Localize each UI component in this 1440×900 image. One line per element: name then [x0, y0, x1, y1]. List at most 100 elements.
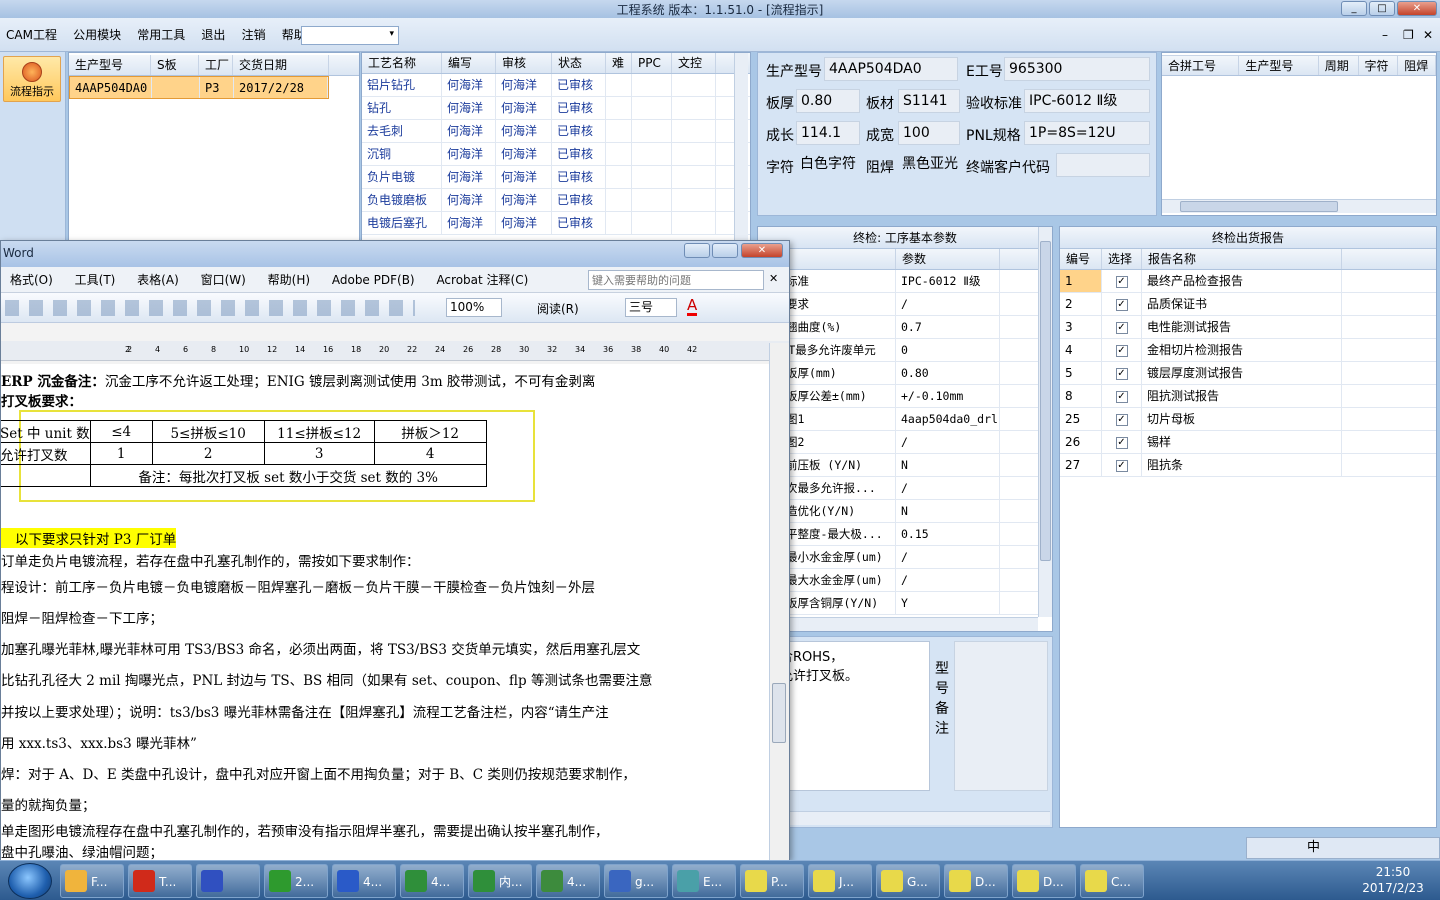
col-merge-model[interactable]: 生产型号	[1239, 56, 1319, 75]
field-width[interactable]: 100	[898, 121, 960, 145]
word-doc-close-icon[interactable]: ✕	[769, 272, 778, 285]
field-pnl[interactable]: 1P=8S=12U	[1024, 121, 1150, 145]
word-vscroll[interactable]	[769, 343, 789, 861]
word-menu-format[interactable]: 格式(O)	[1, 267, 62, 293]
col-merge-cycle[interactable]: 周期	[1319, 56, 1359, 75]
col-merge-eno[interactable]: 合拼工号	[1162, 56, 1240, 75]
select-checkbox[interactable]: ✓	[1115, 413, 1128, 426]
remark-hscroll[interactable]	[788, 811, 1050, 825]
word-menu-help[interactable]: 帮助(H)	[259, 267, 319, 293]
select-checkbox[interactable]: ✓	[1115, 298, 1128, 311]
zoom-select[interactable]: 100%	[446, 298, 502, 317]
taskbar-app-button[interactable]: J...	[808, 864, 872, 898]
menu-cam[interactable]: CAM工程	[0, 18, 63, 52]
table-row[interactable]: 出货最大水金金厚(um) /	[758, 569, 1052, 592]
flow-instruction-button[interactable]: 流程指示	[3, 56, 61, 102]
col-s-board[interactable]: S板	[151, 55, 199, 75]
table-row[interactable]: 成品板厚含铜厚(Y/N) Y	[758, 592, 1052, 615]
field-model[interactable]: 4AAP504DA0	[824, 57, 958, 81]
remark-side-box[interactable]	[954, 641, 1048, 791]
menu-common-module[interactable]: 公用模块	[67, 18, 127, 52]
word-close-button[interactable]: ✕	[741, 243, 783, 258]
col-merge-mask[interactable]: 阻焊	[1398, 56, 1436, 75]
mdi-minimize[interactable]: –	[1382, 28, 1388, 42]
start-button[interactable]	[8, 863, 52, 899]
field-char[interactable]: 白色字符	[796, 153, 860, 177]
table-row[interactable]: 4AAP504DA0 P3 2017/2/28	[69, 76, 329, 99]
table-row[interactable]: 负电镀磨板 何海洋 何海洋 已审核	[362, 189, 750, 212]
taskbar-app-button[interactable]: T...	[128, 864, 192, 898]
col-difficulty[interactable]: 难	[606, 53, 632, 73]
table-row[interactable]: 最大翘曲度(%) 0.7	[758, 316, 1052, 339]
col-author[interactable]: 编写	[442, 53, 496, 73]
table-row[interactable]: 26 ✓ 锡样	[1060, 431, 1436, 454]
taskbar-app-button[interactable]: C...	[1080, 864, 1144, 898]
word-menu-table[interactable]: 表格(A)	[128, 267, 188, 293]
taskbar-app-button[interactable]: g...	[604, 864, 668, 898]
word-minimize-button[interactable]	[684, 243, 710, 258]
merge-hscroll[interactable]	[1162, 199, 1436, 213]
ime-bar[interactable]: 中	[1246, 837, 1440, 859]
col-factory[interactable]: 工厂	[199, 55, 233, 75]
col-select[interactable]: 选择	[1102, 249, 1142, 269]
word-document[interactable]: ERP 沉金备注：沉金工序不允许返工处理；ENIG 镀层剥离测试使用 3m 胶带…	[1, 364, 769, 861]
table-row[interactable]: 1 ✓ 最终产品检查报告	[1060, 270, 1436, 293]
col-merge-char[interactable]: 字符	[1359, 56, 1399, 75]
col-report-name[interactable]: 报告名称	[1142, 249, 1342, 269]
field-mask[interactable]: 黑色亚光	[898, 153, 960, 177]
taskbar-app-button[interactable]: 内...	[468, 864, 532, 898]
font-size-select[interactable]: 三号	[625, 298, 677, 317]
col-model[interactable]: 生产型号	[69, 55, 151, 75]
field-eno[interactable]: 965300	[1004, 57, 1150, 81]
word-menu-acrobat[interactable]: Acrobat 注释(C)	[427, 267, 537, 293]
select-checkbox[interactable]: ✓	[1115, 436, 1128, 449]
col-param[interactable]: 参数	[896, 249, 1000, 269]
table-row[interactable]: 2 ✓ 品质保证书	[1060, 293, 1436, 316]
font-color-icon[interactable]: A	[687, 297, 698, 316]
table-row[interactable]: 成品板厚(mm) 0.80	[758, 362, 1052, 385]
table-row[interactable]: 孔符图2/	[758, 431, 1052, 454]
col-no[interactable]: 编号	[1060, 249, 1102, 269]
col-doc-control[interactable]: 文控	[672, 53, 716, 73]
field-standard[interactable]: IPC-6012 Ⅱ级	[1024, 89, 1150, 113]
table-row[interactable]: 特殊要求/	[758, 293, 1052, 316]
word-menu-window[interactable]: 窗口(W)	[192, 267, 255, 293]
field-length[interactable]: 114.1	[796, 121, 860, 145]
read-mode-button[interactable]: 阅读(R)	[537, 300, 579, 317]
table-row[interactable]: 钻孔 何海洋 何海洋 已审核	[362, 97, 750, 120]
field-thickness[interactable]: 0.80	[796, 89, 860, 113]
taskbar-app-button[interactable]: 2...	[264, 864, 328, 898]
table-row[interactable]: 8 ✓ 阻抗测试报告	[1060, 385, 1436, 408]
menu-tools[interactable]: 常用工具	[131, 18, 191, 52]
table-row[interactable]: 沉铜 何海洋 何海洋 已审核	[362, 143, 750, 166]
table-row[interactable]: 入库前压板 (Y/N) N	[758, 454, 1052, 477]
word-maximize-button[interactable]	[712, 243, 738, 258]
select-checkbox[interactable]: ✓	[1115, 344, 1128, 357]
table-row[interactable]: 25 ✓ 切片母板	[1060, 408, 1436, 431]
taskbar-app-button[interactable]: F...	[60, 864, 124, 898]
toolbar-icons[interactable]	[5, 300, 415, 316]
menu-logout[interactable]: 注销	[236, 18, 272, 52]
col-status[interactable]: 状态	[552, 53, 606, 73]
mdi-restore[interactable]: ❐	[1403, 28, 1414, 42]
taskbar-app-button[interactable]: D...	[944, 864, 1008, 898]
menu-exit[interactable]: 退出	[195, 18, 231, 52]
word-menu-tools[interactable]: 工具(T)	[66, 267, 125, 293]
taskbar-app-button[interactable]: 4...	[536, 864, 600, 898]
table-row[interactable]: 负片电镀 何海洋 何海洋 已审核	[362, 166, 750, 189]
col-review[interactable]: 审核	[496, 53, 552, 73]
table-row[interactable]: 4 ✓ 金相切片检测报告	[1060, 339, 1436, 362]
col-delivery-date[interactable]: 交货日期	[233, 55, 329, 75]
mdi-close[interactable]: ✕	[1423, 28, 1433, 42]
select-checkbox[interactable]: ✓	[1115, 321, 1128, 334]
table-row[interactable]: 铝片钻孔 何海洋 何海洋 已审核	[362, 74, 750, 97]
taskbar-app-button[interactable]: P...	[740, 864, 804, 898]
taskbar-app-button[interactable]: 4...	[400, 864, 464, 898]
table-row[interactable]: 电镀后塞孔 何海洋 何海洋 已审核	[362, 212, 750, 235]
taskbar-app-button[interactable]: G...	[876, 864, 940, 898]
taskbar-app-button[interactable]: 4...	[332, 864, 396, 898]
taskbar-app-button[interactable]	[196, 864, 260, 898]
taskbar-app-button[interactable]: D...	[1012, 864, 1076, 898]
select-checkbox[interactable]: ✓	[1115, 275, 1128, 288]
field-material[interactable]: S1141	[898, 89, 960, 113]
